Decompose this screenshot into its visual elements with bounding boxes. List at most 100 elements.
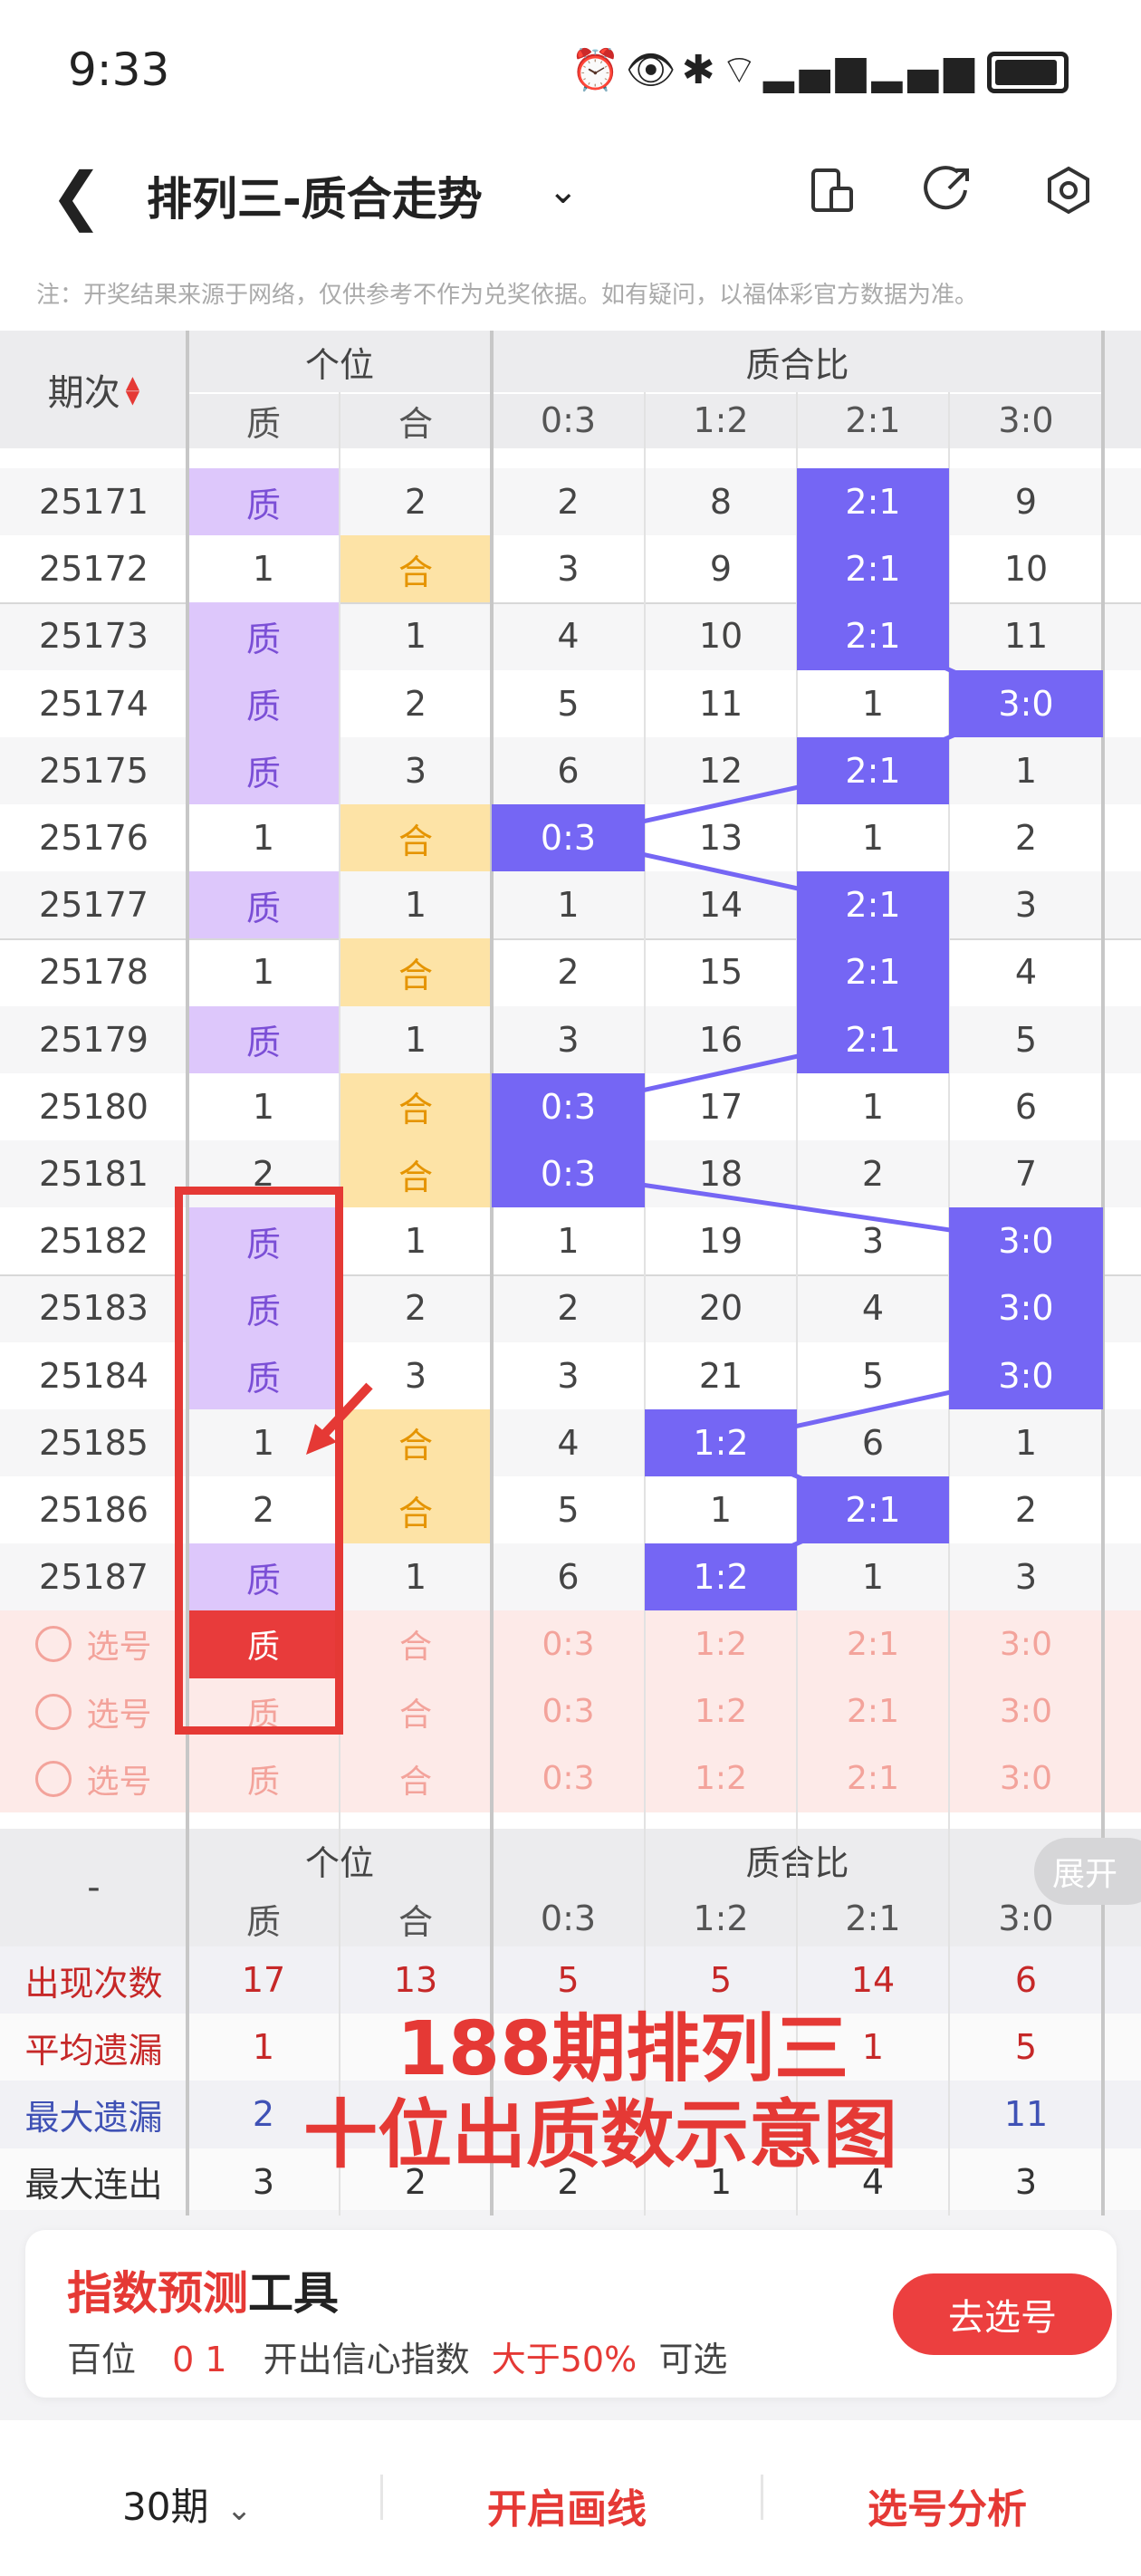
cell-r12: 8 — [709, 482, 733, 523]
cell-r30: 2 — [1014, 818, 1038, 859]
cell-he: 1 — [404, 1221, 427, 1262]
pick-label: 选号 — [86, 1629, 152, 1667]
cell-r03: 4 — [557, 616, 580, 657]
pick-label: 选号 — [86, 1696, 152, 1734]
cell-r30: 3:0 — [949, 1341, 1103, 1409]
back-icon[interactable]: ❮ — [50, 159, 103, 233]
cell-r30: 6 — [1014, 1086, 1038, 1127]
draw-line-button[interactable]: 开启画线 — [487, 2476, 647, 2534]
annotation-line2: 十位出质数示意图 — [303, 2092, 898, 2178]
cell-r21: 1 — [861, 1086, 885, 1127]
tool-confidence-label: 开出信心指数 — [263, 2340, 470, 2379]
cell-r12: 1:2 — [645, 1543, 797, 1611]
period-selector[interactable]: 30期 ⌄ — [122, 2476, 252, 2532]
period-cell: 25180 — [39, 1086, 149, 1127]
cell-r03: 2 — [557, 952, 580, 993]
pick-cell-r12[interactable]: 1:2 — [645, 1745, 797, 1812]
sub-header-he: 合 — [398, 403, 433, 444]
stats-value: 17 — [241, 1960, 286, 2001]
pick-cell-r03[interactable]: 0:3 — [492, 1678, 645, 1745]
expand-button[interactable]: 展开 — [1034, 1838, 1141, 1905]
pick-cell-zhi[interactable]: 质 — [187, 1745, 340, 1812]
pick-cell-r30[interactable]: 3:0 — [949, 1678, 1103, 1745]
radio-circle-icon[interactable] — [35, 1693, 72, 1730]
bottom-bar: 30期 ⌄ 开启画线 选号分析 — [0, 2420, 1141, 2576]
radio-circle-icon[interactable] — [35, 1626, 72, 1663]
pick-cell-r21[interactable]: 2:1 — [797, 1610, 949, 1677]
cell-r21: 1 — [861, 1557, 885, 1598]
period-cell: 25186 — [39, 1490, 149, 1531]
cell-he: 合 — [340, 1476, 492, 1544]
cell-he: 合 — [340, 535, 492, 603]
vertical-gridline — [490, 331, 494, 2216]
pick-cell-he[interactable]: 合 — [340, 1610, 492, 1677]
pick-row-label[interactable]: 选号 — [0, 1745, 187, 1812]
cell-zhi: 质 — [187, 1005, 340, 1073]
cell-r21: 2:1 — [797, 535, 949, 603]
period-cell: 25187 — [39, 1557, 149, 1598]
stats-dash: - — [87, 1867, 101, 1908]
stats-value: 1 — [252, 2027, 275, 2068]
cell-r03: 3 — [557, 549, 580, 590]
cell-r12: 20 — [698, 1288, 743, 1329]
pick-row-label[interactable]: 选号 — [0, 1610, 187, 1677]
app-header: ❮ 排列三-质合走势 ⌄ — [0, 136, 1141, 254]
chevron-down-icon[interactable]: ⌄ — [548, 170, 579, 212]
pick-cell-r03[interactable]: 0:3 — [492, 1745, 645, 1812]
share-icon[interactable] — [920, 165, 974, 219]
cell-r30: 4 — [1014, 952, 1038, 993]
go-select-button[interactable]: 去选号 — [893, 2273, 1112, 2355]
period-cell: 25185 — [39, 1422, 149, 1463]
cell-zhi: 质 — [187, 602, 340, 670]
pick-cell-r03[interactable]: 0:3 — [492, 1610, 645, 1677]
pick-cell-r12[interactable]: 1:2 — [645, 1610, 797, 1677]
cell-zhi: 质 — [187, 871, 340, 939]
cell-he: 1 — [404, 885, 427, 926]
pick-cell-he[interactable]: 合 — [340, 1745, 492, 1812]
stats-value: 5 — [1014, 2027, 1038, 2068]
cell-zhi: 1 — [252, 549, 275, 590]
status-bar: 9:33 ⏰👁✱⌔▂▄▆▂▄▆ — [0, 0, 1141, 136]
period-cell: 25174 — [39, 683, 149, 724]
pick-cell-r12[interactable]: 1:2 — [645, 1678, 797, 1745]
stats-row-label: 最大遗漏 — [24, 2097, 163, 2138]
cell-he: 合 — [340, 938, 492, 1006]
period-cell: 25181 — [39, 1154, 149, 1195]
page-title[interactable]: 排列三-质合走势 — [147, 163, 483, 228]
period-cell: 25178 — [39, 952, 149, 993]
eye-icon: 👁 — [625, 47, 682, 93]
period-cell: 25176 — [39, 818, 149, 859]
sort-icon[interactable]: ▲ ▼ — [126, 373, 139, 406]
cell-zhi: 质 — [187, 736, 340, 804]
stats-sub-header: 合 — [398, 1901, 433, 1942]
phone-rotate-icon[interactable] — [804, 165, 858, 219]
sub-header-zhi: 质 — [245, 403, 281, 444]
cell-r03: 1 — [557, 1221, 580, 1262]
cell-r03: 5 — [557, 1490, 580, 1531]
pick-cell-r30[interactable]: 3:0 — [949, 1610, 1103, 1677]
pick-cell-he[interactable]: 合 — [340, 1678, 492, 1745]
pick-cell-r21[interactable]: 2:1 — [797, 1745, 949, 1812]
settings-icon[interactable] — [1041, 165, 1096, 219]
tool-title: 指数预测工具 — [67, 2257, 339, 2322]
cell-r12: 21 — [698, 1355, 743, 1396]
cell-r21: 1 — [861, 818, 885, 859]
sub-header-r03: 0:3 — [540, 400, 597, 440]
cell-zhi: 质 — [187, 468, 340, 536]
pick-cell-r21[interactable]: 2:1 — [797, 1678, 949, 1745]
cell-r30: 1 — [1014, 750, 1038, 791]
pick-row-label[interactable]: 选号 — [0, 1678, 187, 1745]
signal2-icon: ▂▄▆ — [871, 47, 980, 93]
tool-position: 百位 — [67, 2340, 137, 2379]
cell-r30: 2 — [1014, 1490, 1038, 1531]
tool-numbers: 0 1 — [172, 2340, 227, 2379]
cell-r21: 2:1 — [797, 871, 949, 939]
bluetooth-icon: ✱ — [681, 47, 721, 93]
cell-r12: 17 — [698, 1086, 743, 1127]
column-header-period[interactable]: 期次 ▲ ▼ — [0, 331, 187, 448]
radio-circle-icon[interactable] — [35, 1760, 72, 1797]
analysis-button[interactable]: 选号分析 — [868, 2476, 1027, 2534]
trend-table: 期次 ▲ ▼ 个位 质合比质合 0:3 1:2 2:1 3:0 25171 质 2 2 8 2:1 9 2517… — [0, 331, 1141, 2224]
pick-cell-r30[interactable]: 3:0 — [949, 1745, 1103, 1812]
signal-icon: ▂▄▆ — [762, 47, 872, 93]
